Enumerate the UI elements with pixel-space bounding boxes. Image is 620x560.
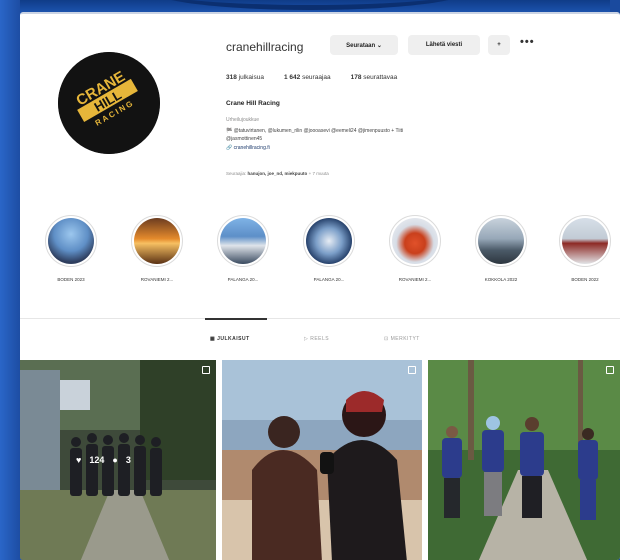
bio-link[interactable]: 🔗 cranehillracing.fi bbox=[226, 145, 596, 152]
highlight-ring bbox=[475, 215, 527, 267]
tab-tagged[interactable]: ⊡ MERKITYT bbox=[384, 336, 420, 342]
followed-by-text[interactable]: Seuraajia: hanujon, joe_nd, miekpuuto + … bbox=[226, 171, 329, 176]
story-highlight[interactable]: BODEN 2022 bbox=[550, 215, 620, 282]
add-person-icon: + bbox=[497, 42, 501, 48]
instagram-profile-screen: CRANE HILL RACING cranehillracing Seurat… bbox=[20, 12, 620, 560]
post-thumbnail[interactable] bbox=[428, 360, 620, 560]
highlight-ring bbox=[217, 215, 269, 267]
suggested-accounts-button[interactable]: + bbox=[488, 35, 510, 55]
posts-stat[interactable]: 318 julkaisua bbox=[226, 74, 264, 81]
highlight-thumbnail bbox=[562, 218, 608, 264]
post-image-rider bbox=[222, 360, 422, 560]
tabs-divider bbox=[20, 318, 620, 319]
highlight-ring bbox=[559, 215, 611, 267]
story-highlight[interactable]: PALANGA 20... bbox=[294, 215, 364, 282]
more-options-icon[interactable]: ••• bbox=[520, 36, 535, 48]
story-highlight[interactable]: BODEN 2023 bbox=[36, 215, 106, 282]
post-stats-overlay: ♥ 124 ● 3 bbox=[76, 455, 131, 465]
highlight-label: BODEN 2023 bbox=[57, 277, 85, 282]
followed-by-prefix: Seuraajia: bbox=[226, 171, 247, 176]
highlight-thumbnail bbox=[220, 218, 266, 264]
highlight-ring bbox=[303, 215, 355, 267]
tab-reels[interactable]: ▷ REELS bbox=[304, 336, 329, 342]
followed-by-names: hanujon, joe_nd, miekpuuto bbox=[247, 171, 308, 176]
post-thumbnail[interactable]: ♥ 124 ● 3 bbox=[20, 360, 216, 560]
profile-stats: 318 julkaisua 1 642 seuraajaa 178 seurat… bbox=[226, 74, 397, 81]
crane-hill-logo: CRANE HILL RACING bbox=[58, 52, 160, 154]
following-stat[interactable]: 178 seurattavaa bbox=[351, 74, 398, 81]
followers-stat[interactable]: 1 642 seuraajaa bbox=[284, 74, 331, 81]
following-label: seurattavaa bbox=[363, 74, 398, 81]
highlight-ring bbox=[389, 215, 441, 267]
posts-label: julkaisua bbox=[238, 74, 264, 81]
background-left-edge bbox=[0, 0, 20, 560]
active-tab-indicator bbox=[205, 318, 267, 320]
post-thumbnail[interactable] bbox=[222, 360, 422, 560]
highlight-ring bbox=[131, 215, 183, 267]
story-highlight[interactable]: ROVANIEMI 2... bbox=[122, 215, 192, 282]
following-count: 178 bbox=[350, 74, 362, 81]
profile-username: cranehillracing bbox=[226, 40, 304, 54]
highlight-thumbnail bbox=[478, 218, 524, 264]
highlight-label: KOKKOLA 2022 bbox=[484, 277, 518, 282]
multiple-images-icon bbox=[606, 366, 614, 374]
story-highlight[interactable]: PALANGA 20... bbox=[208, 215, 278, 282]
story-highlight[interactable]: ROVANIEMI 2... bbox=[380, 215, 450, 282]
heart-icon: ♥ bbox=[76, 455, 82, 465]
multiple-images-icon bbox=[408, 366, 416, 374]
highlight-thumbnail bbox=[392, 218, 438, 264]
highlight-ring bbox=[45, 215, 97, 267]
following-button[interactable]: Seurataan ⌄ bbox=[330, 35, 398, 55]
multiple-images-icon bbox=[202, 366, 210, 374]
highlight-thumbnail bbox=[134, 218, 180, 264]
followers-label: seuraajaa bbox=[302, 74, 331, 81]
profile-avatar[interactable]: CRANE HILL RACING bbox=[58, 52, 160, 154]
followers-count: 1 642 bbox=[283, 74, 301, 81]
bio-line: @jasmottinen45 bbox=[226, 136, 263, 142]
comment-icon: ● bbox=[112, 455, 118, 465]
highlight-thumbnail bbox=[48, 218, 94, 264]
send-message-button[interactable]: Lähetä viesti bbox=[408, 35, 480, 55]
followed-by-suffix: + 7 muuta bbox=[308, 171, 329, 176]
posts-count: 318 bbox=[226, 74, 237, 81]
profile-category: Urheilujoukkue bbox=[226, 117, 260, 123]
profile-full-name: Crane Hill Racing bbox=[226, 100, 280, 107]
highlight-label: ROVANIEMI 2... bbox=[398, 277, 432, 282]
highlight-label: PALANGA 20... bbox=[227, 277, 259, 282]
tab-posts[interactable]: ▦ JULKAISUT bbox=[210, 336, 250, 342]
story-highlight[interactable]: KOKKOLA 2022 bbox=[466, 215, 536, 282]
bio-line: 🏁 @tatuvirtanen, @lukumen_rilin @joooase… bbox=[226, 128, 404, 134]
likes-count: 124 bbox=[89, 455, 105, 465]
highlight-label: ROVANIEMI 2... bbox=[140, 277, 174, 282]
highlight-label: BODEN 2022 bbox=[571, 277, 599, 282]
highlight-label: PALANGA 20... bbox=[313, 277, 345, 282]
comments-count: 3 bbox=[125, 455, 131, 465]
highlight-thumbnail bbox=[306, 218, 352, 264]
post-image-running-forest bbox=[428, 360, 620, 560]
